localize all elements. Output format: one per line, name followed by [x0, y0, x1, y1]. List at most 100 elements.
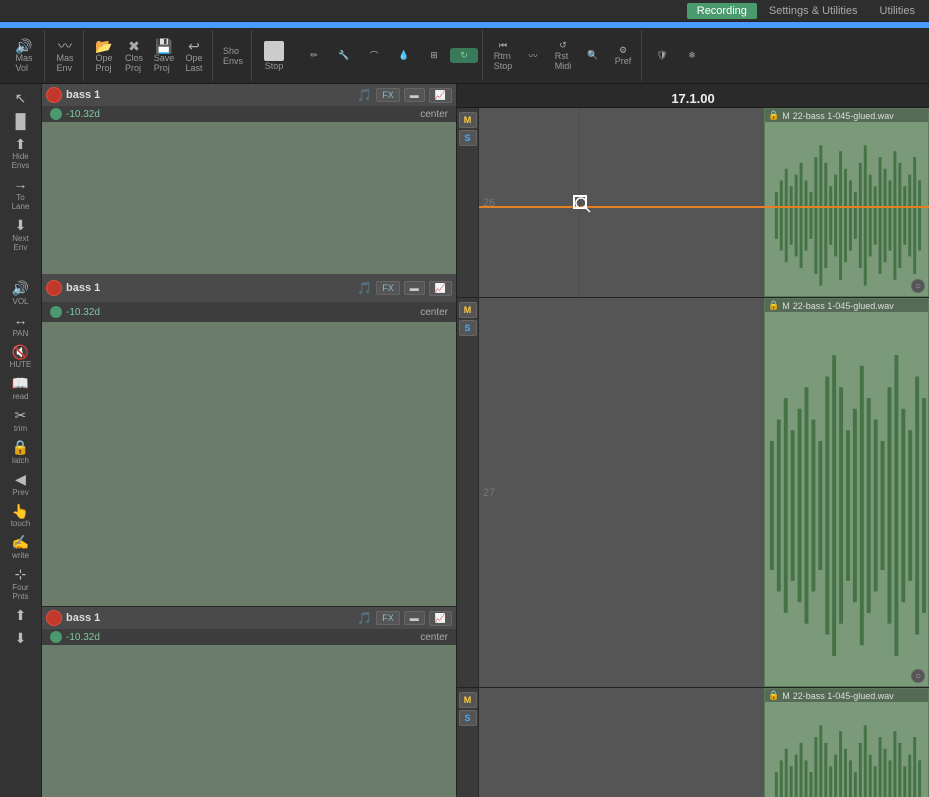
nav-tab-recording[interactable]: Recording	[687, 3, 757, 19]
mute-btn-2[interactable]: M	[459, 302, 477, 318]
sidebar-item-upload2[interactable]: ⬇	[3, 628, 39, 649]
saveproj-icon: 💾	[155, 39, 172, 53]
nav-tab-settings[interactable]: Settings & Utilities	[759, 3, 868, 19]
latch-icon: 🔒	[12, 439, 29, 456]
track-body-3[interactable]	[42, 645, 456, 797]
sidebar-item-touch[interactable]: 👆 touch	[3, 501, 39, 531]
mas-env-btn[interactable]: 〰 MasEnv	[51, 37, 79, 75]
track-vol-label-3: -10.32d	[66, 632, 100, 643]
sidebar-item-upload1[interactable]: ⬆	[3, 605, 39, 626]
sidebar-item-to-lane[interactable]: → ToLane	[3, 174, 39, 213]
solo-btn-1[interactable]: S	[459, 130, 477, 146]
grid-tool-btn[interactable]: ⊞	[420, 48, 448, 63]
mute-icon: 🔇	[12, 344, 29, 361]
arrange-track-content-2[interactable]: 27 🔒 M 22-bass 1-045-glued.wav	[479, 298, 929, 687]
sidebar-item-read[interactable]: 📖 read	[3, 373, 39, 403]
arrange-track-content-3[interactable]: 🔒 M 22-bass 1-045-glued.wav	[479, 688, 929, 797]
timeline-header[interactable]: 17.1.00	[457, 84, 929, 108]
hideenvs-icon: ⬆	[15, 136, 27, 153]
sidebar-item-latch[interactable]: 🔒 latch	[3, 437, 39, 467]
audio-clip-2[interactable]: 🔒 M 22-bass 1-045-glued.wav	[764, 298, 929, 687]
track-fx-btn-2[interactable]: FX	[376, 281, 400, 295]
curve-icon: ⌒	[369, 49, 378, 62]
touch-icon: 👆	[12, 503, 29, 520]
sidebar-item-prev[interactable]: ◀ Prev	[3, 469, 39, 499]
track-midi-icon-3[interactable]: 🎵	[357, 611, 372, 625]
draw-tool-btn[interactable]: ✏	[300, 48, 328, 63]
save-proj-btn[interactable]: 💾 SaveProj	[150, 37, 178, 75]
track-record-btn-1[interactable]	[46, 87, 62, 103]
arrange-track-content-1[interactable]: 26	[479, 108, 929, 297]
tolane-icon: →	[14, 176, 28, 193]
sidebar-item-pointer[interactable]: ↖	[3, 88, 39, 109]
loop-tool-btn[interactable]: ↻	[450, 48, 478, 63]
open-proj-btn[interactable]: 📂 OpeProj	[90, 37, 118, 75]
sidebar-item-next-env[interactable]: ⬇ NextEnv	[3, 215, 39, 254]
audio-clip-3[interactable]: 🔒 M 22-bass 1-045-glued.wav	[764, 688, 929, 797]
track-vol-btn-2[interactable]: ▬	[404, 281, 425, 295]
show-envs-btn[interactable]: ShoEnvs	[219, 44, 247, 68]
close-proj-btn[interactable]: ✖ ClosProj	[120, 37, 148, 75]
track-midi-icon-2[interactable]: 🎵	[357, 281, 372, 295]
track-record-btn-3[interactable]	[46, 610, 62, 626]
mas-vol-btn[interactable]: 🔊 MasVol	[10, 37, 38, 75]
open-last-btn[interactable]: ↩ OpeLast	[180, 37, 208, 75]
sidebar-item-bars[interactable]: ▐▌	[3, 111, 39, 132]
wrench-tool-btn[interactable]: 🔧	[330, 48, 358, 63]
track-fx-btn-1[interactable]: FX	[376, 88, 400, 102]
collapse-btn-1[interactable]: ○	[911, 279, 925, 293]
audio-clip-header-1: 🔒 M 22-bass 1-045-glued.wav	[765, 109, 928, 122]
wrench-icon: 🔧	[338, 50, 349, 61]
track-env-btn-2[interactable]: 📈	[429, 281, 452, 296]
track-fx-btn-3[interactable]: FX	[376, 611, 400, 625]
sidebar-item-vol[interactable]: 🔊 VOL	[3, 278, 39, 308]
snowflake-btn[interactable]: ❄	[678, 48, 706, 63]
sidebar-item-hide-envs[interactable]: ⬆ HideEnvs	[3, 134, 39, 173]
mute-btn-1[interactable]: M	[459, 112, 477, 128]
track-vol-btn-1[interactable]: ▬	[404, 88, 425, 102]
sidebar-item-trim[interactable]: ✂ trim	[3, 405, 39, 435]
track-record-btn-2[interactable]	[46, 280, 62, 296]
openproj-icon: 📂	[95, 39, 112, 53]
pan-icon: ↔	[14, 312, 28, 329]
squiggle-btn[interactable]: 〰	[519, 47, 547, 64]
track-env-btn-1[interactable]: 📈	[429, 88, 452, 103]
rtrn-stop-btn[interactable]: ⏮ RtrnStop	[489, 38, 517, 73]
row-num-1: 26	[483, 197, 495, 209]
zoom2-btn[interactable]: 🔍	[579, 48, 607, 63]
stop-btn[interactable]: Stop	[260, 39, 288, 73]
track-headers: bass 1 🎵 FX ▬ 📈 -10.32d center bass 1	[42, 84, 457, 797]
track-vol-btn-3[interactable]: ▬	[404, 611, 425, 625]
mute-btn-3[interactable]: M	[459, 692, 477, 708]
main-area: ↖ ▐▌ ⬆ HideEnvs → ToLane ⬇ NextEnv 🔊 VOL…	[0, 84, 929, 797]
pref-btn[interactable]: ⚙ Pref	[609, 43, 637, 68]
drop-tool-btn[interactable]: 💧	[390, 48, 418, 63]
sidebar-item-write[interactable]: ✍ write	[3, 532, 39, 562]
rst-midi-btn[interactable]: ↺ RstMidi	[549, 38, 577, 73]
curve-tool-btn[interactable]: ⌒	[360, 47, 388, 64]
track-body-1[interactable]	[42, 122, 456, 282]
solo-btn-2[interactable]: S	[459, 320, 477, 336]
track-midi-icon-1[interactable]: 🎵	[357, 88, 372, 102]
toolbar-group-extra: 🛡 ❄	[644, 30, 710, 81]
solo-btn-3[interactable]: S	[459, 710, 477, 726]
track-body-2[interactable]	[42, 322, 456, 606]
sidebar-item-fourpnts[interactable]: ⊹ FourPnts	[3, 564, 39, 603]
tracks-container: bass 1 🎵 FX ▬ 📈 -10.32d center bass 1	[42, 84, 929, 797]
track-env-btn-3[interactable]: 📈	[429, 611, 452, 626]
sidebar-item-mute[interactable]: 🔇 HUTE	[3, 342, 39, 372]
red-playhead-1	[579, 108, 580, 297]
arrange-ms-col-2: M S	[457, 298, 479, 687]
lock-icon-2: 🔒	[768, 300, 779, 311]
write-icon: ✍	[12, 534, 29, 551]
collapse-btn-2[interactable]: ○	[911, 669, 925, 683]
nav-tab-utilities[interactable]: Utilities	[870, 3, 925, 19]
left-sidebar: ↖ ▐▌ ⬆ HideEnvs → ToLane ⬇ NextEnv 🔊 VOL…	[0, 84, 42, 797]
shield-btn[interactable]: 🛡	[648, 48, 676, 63]
arrange-area: 17.1.00 M S 26	[457, 84, 929, 797]
stop-icon	[264, 41, 284, 61]
clip-m-label-1: M	[782, 111, 790, 121]
audio-clip-1[interactable]: 🔒 M 22-bass 1-045-glued.wav	[764, 108, 929, 297]
sidebar-item-pan[interactable]: ↔ PAN	[3, 310, 39, 340]
track-name-1: bass 1	[66, 89, 353, 101]
